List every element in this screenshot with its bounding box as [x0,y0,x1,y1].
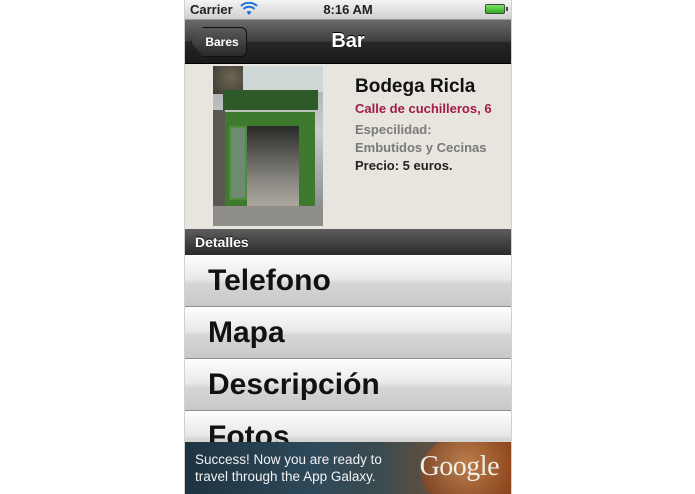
page-title: Bar [331,30,365,52]
photo-sign [223,90,318,110]
clock: 8:16 AM [323,2,373,17]
status-bar: Carrier 8:16 AM [185,0,511,20]
google-logo: Google [419,451,500,482]
bar-price: Precio: 5 euros. [355,158,453,173]
bar-info-card: Bodega Ricla Calle de cuchilleros, 6 Esp… [185,64,511,229]
menu-item-label: Mapa [208,316,285,349]
photo-window [229,126,247,200]
section-header-detalles: Detalles [185,229,511,255]
bar-address: Calle de cuchilleros, 6 [355,101,492,116]
specialty-value: Embutidos y Cecinas [355,140,487,155]
specialty-label: Especilidad: [355,122,432,137]
battery-icon [485,4,508,14]
menu-item-mapa[interactable]: Mapa [185,307,511,359]
menu-item-descripcion[interactable]: Descripción [185,359,511,411]
menu-item-telefono[interactable]: Telefono [185,255,511,307]
ad-banner[interactable]: Success! Now you are ready to travel thr… [185,442,511,494]
menu-item-label: Telefono [208,264,331,297]
bar-photo[interactable] [213,66,323,226]
ad-text: Success! Now you are ready to travel thr… [195,452,382,484]
bar-name: Bodega Ricla [355,76,476,97]
menu-item-label: Descripción [208,368,380,401]
photo-street [213,206,323,226]
phone-screen: Carrier 8:16 AM Bares Bar Bodega Ricla C… [184,0,512,494]
navigation-bar: Bares Bar [185,20,511,64]
